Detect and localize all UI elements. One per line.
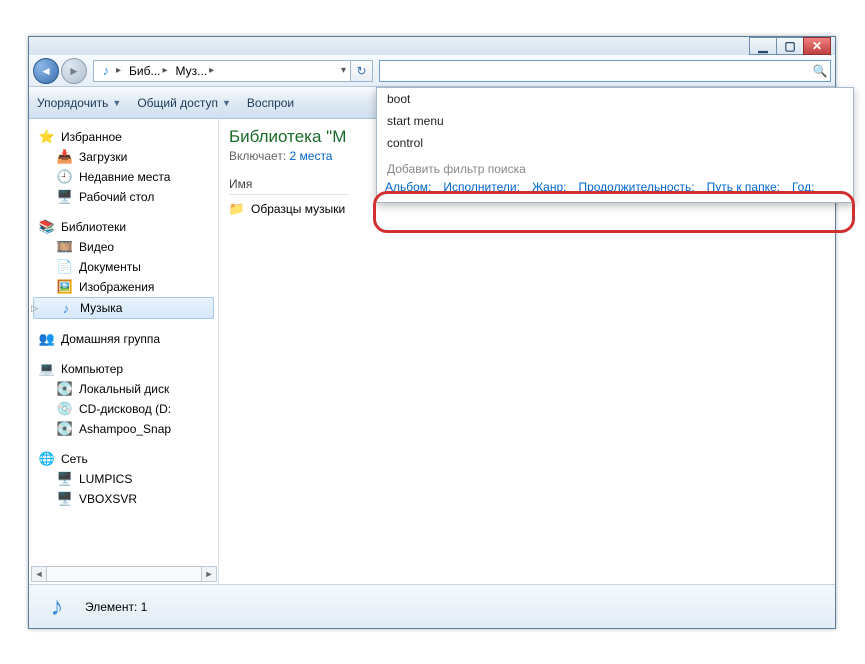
back-button[interactable]: ◄	[33, 58, 59, 84]
column-header-name[interactable]: Имя	[229, 177, 349, 195]
computer-icon: 💻	[39, 361, 55, 377]
pc-icon: 🖥️	[57, 471, 73, 487]
sidebar-computer[interactable]: 💻Компьютер	[29, 359, 218, 379]
star-icon: ⭐	[39, 129, 55, 145]
search-filter-album[interactable]: Альбом:	[385, 180, 431, 194]
pc-icon: 🖥️	[57, 491, 73, 507]
music-icon: ♪	[39, 589, 75, 625]
sidebar-item-video[interactable]: 🎞️Видео	[29, 237, 218, 257]
includes-link[interactable]: 2 места	[290, 149, 333, 163]
drive-icon: 💽	[57, 381, 73, 397]
search-history-item[interactable]: control	[377, 132, 853, 154]
documents-icon: 📄	[57, 259, 73, 275]
search-filters-row: Альбом: Исполнители: Жанр: Продолжительн…	[377, 178, 853, 202]
sidebar-homegroup[interactable]: 👥Домашняя группа	[29, 329, 218, 349]
scroll-left-icon[interactable]: ◄	[31, 566, 47, 582]
navigation-pane: ⭐Избранное 📥Загрузки 🕘Недавние места 🖥️Р…	[29, 119, 219, 584]
sidebar-hscroll[interactable]: ◄ ►	[31, 566, 217, 582]
breadcrumb-item[interactable]: Муз...	[176, 64, 208, 78]
titlebar: ▁ ▢ ✕	[29, 37, 835, 55]
minimize-button[interactable]: ▁	[749, 37, 777, 55]
search-input[interactable]	[380, 61, 810, 81]
sidebar-item-recent[interactable]: 🕘Недавние места	[29, 167, 218, 187]
search-history-item[interactable]: boot	[377, 88, 853, 110]
music-icon: ♪	[58, 300, 74, 316]
sidebar-item-desktop[interactable]: 🖥️Рабочий стол	[29, 187, 218, 207]
address-bar[interactable]: ♪▸ Биб...▸ Муз...▸ ▾	[93, 60, 351, 82]
network-icon: 🌐	[39, 451, 55, 467]
share-menu[interactable]: Общий доступ▼	[137, 96, 231, 110]
recent-icon: 🕘	[57, 169, 73, 185]
sidebar-item-ashampoo[interactable]: 💽Ashampoo_Snap	[29, 419, 218, 439]
organize-menu[interactable]: Упорядочить▼	[37, 96, 121, 110]
close-button[interactable]: ✕	[803, 37, 831, 55]
sidebar-item-network-host[interactable]: 🖥️VBOXSVR	[29, 489, 218, 509]
address-dropdown-icon[interactable]: ▾	[337, 65, 350, 76]
video-icon: 🎞️	[57, 239, 73, 255]
search-history-item[interactable]: start menu	[377, 110, 853, 132]
scroll-right-icon[interactable]: ►	[201, 566, 217, 582]
libraries-icon: 📚	[39, 219, 55, 235]
search-box[interactable]: 🔍	[379, 60, 831, 82]
desktop-icon: 🖥️	[57, 189, 73, 205]
breadcrumb-item[interactable]: Биб...	[129, 64, 160, 78]
refresh-button[interactable]: ↻	[351, 60, 373, 82]
drive-icon: 💽	[57, 421, 73, 437]
search-icon[interactable]: 🔍	[810, 64, 830, 78]
search-filter-duration[interactable]: Продолжительность:	[578, 180, 694, 194]
status-bar: ♪ Элемент: 1	[29, 584, 835, 628]
expand-icon[interactable]: ▷	[31, 303, 38, 314]
sidebar-item-documents[interactable]: 📄Документы	[29, 257, 218, 277]
sidebar-item-downloads[interactable]: 📥Загрузки	[29, 147, 218, 167]
play-menu[interactable]: Воспрои	[247, 96, 294, 110]
status-text: Элемент: 1	[85, 600, 147, 614]
search-suggestions-dropdown: boot start menu control Добавить фильтр …	[376, 87, 854, 203]
search-filter-genre[interactable]: Жанр:	[532, 180, 567, 194]
forward-button[interactable]: ►	[61, 58, 87, 84]
sidebar-favorites[interactable]: ⭐Избранное	[29, 127, 218, 147]
downloads-icon: 📥	[57, 149, 73, 165]
sidebar-network[interactable]: 🌐Сеть	[29, 449, 218, 469]
file-name: Образцы музыки	[251, 202, 345, 216]
search-filter-year[interactable]: Год:	[792, 180, 814, 194]
music-icon: ♪	[98, 63, 114, 79]
search-filter-artists[interactable]: Исполнители:	[443, 180, 520, 194]
sidebar-item-cddrive[interactable]: 💿CD-дисковод (D:	[29, 399, 218, 419]
sidebar-item-music[interactable]: ▷♪Музыка	[33, 297, 214, 319]
maximize-button[interactable]: ▢	[776, 37, 804, 55]
folder-icon: 📁	[229, 201, 245, 217]
search-filter-label: Добавить фильтр поиска	[377, 154, 853, 178]
navigation-bar: ◄ ► ♪▸ Биб...▸ Муз...▸ ▾ ↻ 🔍	[29, 55, 835, 87]
explorer-window: ▁ ▢ ✕ ◄ ► ♪▸ Биб...▸ Муз...▸ ▾ ↻ 🔍 Упоря…	[28, 36, 836, 629]
sidebar-item-network-host[interactable]: 🖥️LUMPICS	[29, 469, 218, 489]
pictures-icon: 🖼️	[57, 279, 73, 295]
sidebar-libraries[interactable]: 📚Библиотеки	[29, 217, 218, 237]
search-filter-path[interactable]: Путь к папке:	[707, 180, 780, 194]
sidebar-item-localdisk[interactable]: 💽Локальный диск	[29, 379, 218, 399]
homegroup-icon: 👥	[39, 331, 55, 347]
sidebar-item-pictures[interactable]: 🖼️Изображения	[29, 277, 218, 297]
cd-icon: 💿	[57, 401, 73, 417]
